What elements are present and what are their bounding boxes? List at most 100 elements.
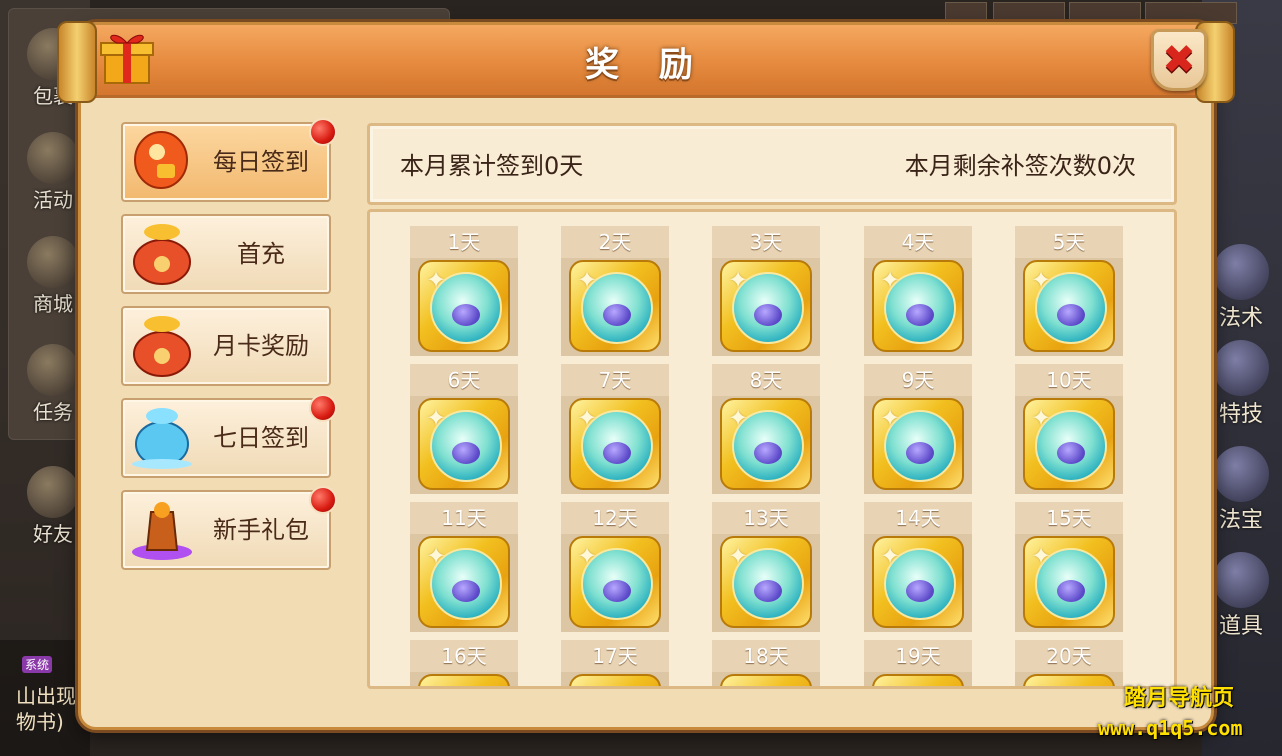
sparkle-icon: ✦ <box>728 542 749 570</box>
close-button[interactable]: ✖ <box>1151 29 1207 91</box>
reward-slot: ✦ <box>712 396 820 494</box>
reward-slot: ✦ <box>864 396 972 494</box>
reward-day-label: 11天 <box>410 502 518 534</box>
reward-slot: ✦ <box>561 672 669 686</box>
reward-cell[interactable]: 16天 ✦ <box>410 640 518 686</box>
sparkle-icon: ✦ <box>1031 682 1051 686</box>
menu-item-2[interactable]: 首充 <box>121 214 331 294</box>
reward-slot: ✦ <box>561 258 669 356</box>
reward-cell[interactable]: 19天 ✦ <box>864 640 972 686</box>
sparkle-icon: ✦ <box>577 266 598 294</box>
reward-cell[interactable]: 5天 ✦ <box>1015 226 1123 356</box>
reward-cell[interactable]: 15天 ✦ <box>1015 502 1123 632</box>
scroll-end-left <box>57 21 97 103</box>
gold-pouch-icon <box>127 310 197 380</box>
reward-cell[interactable]: 1天 ✦ <box>410 226 518 356</box>
dialog-title: 奖 励 <box>585 45 707 85</box>
menu-item-1[interactable]: 每日签到 <box>121 118 337 202</box>
menu-item-4[interactable]: 七日签到 <box>121 394 337 478</box>
hud-skill-button[interactable]: 特技 <box>1206 340 1276 428</box>
skill-icon <box>1213 340 1269 396</box>
reward-item-icon: ✦ <box>1023 398 1115 490</box>
menu-item-label: 月卡奖励 <box>213 332 309 360</box>
reward-item-icon: ✦ <box>720 536 812 628</box>
reward-slot: ✦ <box>410 258 518 356</box>
reward-slot: ✦ <box>561 396 669 494</box>
reward-item-icon: ✦ <box>418 674 510 686</box>
sparkle-icon: ✦ <box>577 404 598 432</box>
gold-pouch-icon <box>127 218 197 288</box>
sparkle-icon: ✦ <box>1031 404 1052 432</box>
reward-day-label: 18天 <box>712 640 820 672</box>
reward-day-label: 2天 <box>561 226 669 258</box>
reward-grid[interactable]: 1天 ✦ 2天 ✦ 3天 ✦ 4天 ✦ 5天 ✦ 6天 ✦ 7天 ✦ 8天 ✦ 9天 ✦ 10天 ✦ 11天 ✦ 12天 ✦ 1… <box>367 209 1177 689</box>
notification-dot <box>309 486 337 514</box>
sparkle-icon: ✦ <box>1031 542 1052 570</box>
sparkle-icon: ✦ <box>426 542 447 570</box>
reward-cell[interactable]: 7天 ✦ <box>561 364 669 494</box>
reward-day-label: 7天 <box>561 364 669 396</box>
reward-cell[interactable]: 10天 ✦ <box>1015 364 1123 494</box>
chat-line: 物书) <box>16 710 64 734</box>
reward-cell[interactable]: 2天 ✦ <box>561 226 669 356</box>
sparkle-icon: ✦ <box>880 682 900 686</box>
reward-day-label: 5天 <box>1015 226 1123 258</box>
menu-item-5[interactable]: 新手礼包 <box>121 486 337 570</box>
reward-slot: ✦ <box>864 672 972 686</box>
reward-day-label: 4天 <box>864 226 972 258</box>
reward-day-label: 9天 <box>864 364 972 396</box>
reward-cell[interactable]: 6天 ✦ <box>410 364 518 494</box>
hud-item-button[interactable]: 道具 <box>1206 552 1276 640</box>
menu-item-3[interactable]: 月卡奖励 <box>121 306 331 386</box>
reward-cell[interactable]: 20天 ✦ <box>1015 640 1123 686</box>
yin-yang-icon <box>1213 446 1269 502</box>
reward-cell[interactable]: 18天 ✦ <box>712 640 820 686</box>
reward-cell[interactable]: 17天 ✦ <box>561 640 669 686</box>
reward-slot: ✦ <box>864 258 972 356</box>
reward-cell[interactable]: 8天 ✦ <box>712 364 820 494</box>
reward-day-label: 6天 <box>410 364 518 396</box>
menu-item-label: 新手礼包 <box>213 516 309 544</box>
sparkle-icon: ✦ <box>426 404 447 432</box>
sparkle-icon: ✦ <box>577 682 597 686</box>
reward-cell[interactable]: 12天 ✦ <box>561 502 669 632</box>
gift-box-icon <box>97 27 157 87</box>
hud-treasure-button[interactable]: 法宝 <box>1206 446 1276 534</box>
menu-item-label: 七日签到 <box>213 424 309 452</box>
reward-day-label: 16天 <box>410 640 518 672</box>
hud-spell-button[interactable]: 法术 <box>1206 244 1276 332</box>
reward-item-icon: ✦ <box>872 536 964 628</box>
reward-item-icon: ✦ <box>872 674 964 686</box>
reward-cell[interactable]: 14天 ✦ <box>864 502 972 632</box>
reward-slot: ✦ <box>1015 258 1123 356</box>
sparkle-icon: ✦ <box>1031 266 1052 294</box>
reward-slot: ✦ <box>410 672 518 686</box>
reward-slot: ✦ <box>864 534 972 632</box>
reward-cell[interactable]: 3天 ✦ <box>712 226 820 356</box>
red-envelope-icon <box>127 126 197 196</box>
notification-dot <box>309 118 337 146</box>
reward-day-label: 3天 <box>712 226 820 258</box>
reward-slot: ✦ <box>410 534 518 632</box>
menu-item-label: 每日签到 <box>213 148 309 176</box>
watermark-url: www.q1q5.com <box>1098 716 1243 740</box>
reward-slot: ✦ <box>561 534 669 632</box>
reward-slot: ✦ <box>1015 396 1123 494</box>
sparkle-icon: ✦ <box>728 404 749 432</box>
monthly-total-text: 本月累计签到0天 <box>400 152 584 180</box>
reward-item-icon: ✦ <box>569 674 661 686</box>
reward-day-label: 10天 <box>1015 364 1123 396</box>
sparkle-icon: ✦ <box>577 542 598 570</box>
sparkle-icon: ✦ <box>880 266 901 294</box>
shop-icon <box>27 236 79 288</box>
reward-item-icon: ✦ <box>569 260 661 352</box>
sparkle-icon: ✦ <box>426 682 446 686</box>
reward-cell[interactable]: 13天 ✦ <box>712 502 820 632</box>
chat-system-tag: 系统 <box>22 656 53 673</box>
reward-item-icon: ✦ <box>418 260 510 352</box>
reward-cell[interactable]: 11天 ✦ <box>410 502 518 632</box>
sparkle-icon: ✦ <box>728 682 748 686</box>
item-pouch-icon <box>1213 552 1269 608</box>
reward-cell[interactable]: 4天 ✦ <box>864 226 972 356</box>
reward-cell[interactable]: 9天 ✦ <box>864 364 972 494</box>
